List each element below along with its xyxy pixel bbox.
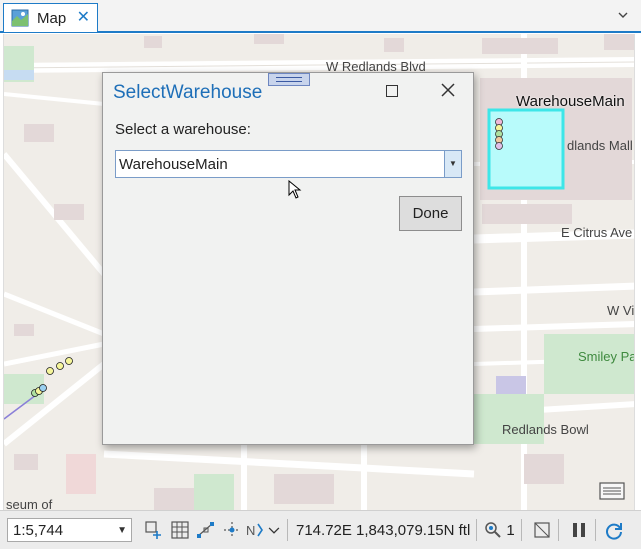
done-button[interactable]: Done — [399, 196, 462, 231]
status-bar: 1:5,744 ▼ N 714.72E 1,843,079.15N ftl 1 — [0, 510, 641, 549]
label-warehouse-main: WarehouseMain — [516, 93, 625, 110]
tab-map[interactable]: Map ✕ — [3, 3, 98, 32]
warehouse-select[interactable]: WarehouseMain ▼ — [115, 150, 462, 178]
tab-bar: Map ✕ — [0, 0, 641, 33]
pause-icon[interactable] — [569, 520, 589, 540]
label-w-vi: W Vi — [607, 303, 635, 318]
chevron-down-icon[interactable] — [267, 520, 281, 540]
scale-value: 1:5,744 — [13, 521, 64, 539]
north-arrow-icon[interactable]: N — [245, 520, 265, 540]
basemap-gallery-icon[interactable] — [598, 479, 626, 503]
add-feature-icon[interactable] — [144, 520, 164, 540]
separator — [287, 519, 288, 541]
separator — [557, 519, 559, 541]
tab-map-label: Map — [37, 9, 67, 27]
label-smiley-park: Smiley Pa — [578, 349, 635, 364]
dropdown-arrow-icon[interactable]: ▼ — [444, 151, 461, 177]
coordinate-readout: 714.72E 1,843,079.15N ftl — [296, 521, 471, 539]
map-layout-icon[interactable] — [532, 520, 552, 540]
select-warehouse-dialog: SelectWarehouse Select a warehouse: Ware… — [102, 72, 474, 445]
maximize-button[interactable] — [386, 85, 398, 97]
selection-count: 1 — [506, 521, 515, 539]
label-museum: seum of — [6, 497, 53, 510]
refresh-icon[interactable] — [604, 520, 624, 540]
label-redlands-mall: dlands Mall — [567, 138, 633, 153]
separator — [476, 519, 478, 541]
scale-select[interactable]: 1:5,744 ▼ — [7, 518, 132, 542]
separator — [594, 519, 596, 541]
snapping-icon[interactable] — [196, 520, 216, 540]
chevron-down-icon[interactable] — [617, 9, 629, 21]
label-citrus-ave: E Citrus Ave — [561, 225, 633, 240]
chevron-down-icon: ▼ — [117, 524, 127, 536]
dialog-title: SelectWarehouse — [113, 82, 263, 103]
separator — [520, 519, 522, 541]
warehouse-select-value: WarehouseMain — [119, 156, 228, 173]
close-icon[interactable]: ✕ — [77, 10, 90, 26]
warehouse-prompt: Select a warehouse: — [115, 121, 251, 138]
constraints-icon[interactable] — [222, 520, 242, 540]
mouse-cursor-icon — [288, 180, 302, 199]
dialog-close-button[interactable] — [439, 81, 457, 99]
drag-handle[interactable] — [268, 73, 310, 86]
grid-icon[interactable] — [170, 520, 190, 540]
map-icon — [11, 9, 29, 27]
label-redlands-bowl: Redlands Bowl — [502, 422, 589, 437]
selection-icon[interactable] — [483, 520, 503, 540]
svg-text:N: N — [246, 523, 255, 538]
